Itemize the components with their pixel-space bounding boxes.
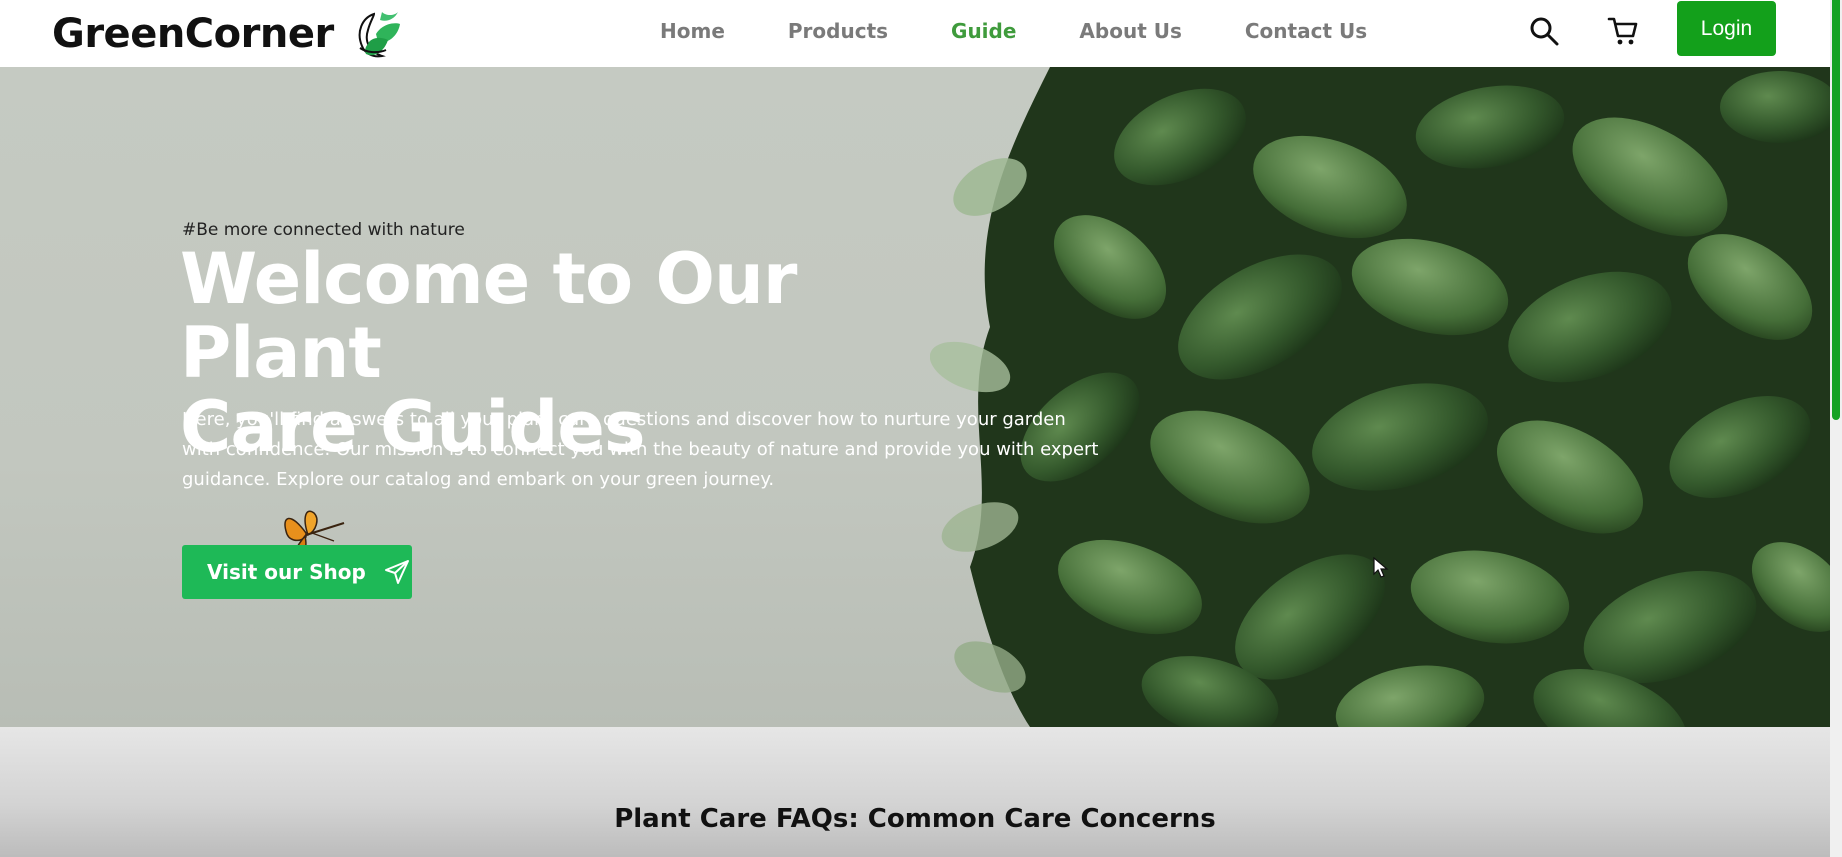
cart-icon [1607, 17, 1638, 45]
nav-home[interactable]: Home [660, 19, 725, 43]
send-icon [384, 560, 409, 584]
page-scrollbar[interactable] [1830, 0, 1842, 857]
visit-shop-label: Visit our Shop [207, 560, 366, 584]
faq-section: Plant Care FAQs: Common Care Concerns [0, 727, 1830, 857]
logo[interactable]: GreenCorner [52, 6, 402, 62]
visit-shop-button[interactable]: Visit our Shop [182, 545, 412, 599]
hero-section: #Be more connected with nature Welcome t… [0, 67, 1830, 727]
mouse-pointer-icon [1373, 557, 1389, 578]
basil-foliage-image [930, 67, 1830, 727]
faq-title: Plant Care FAQs: Common Care Concerns [614, 804, 1216, 834]
search-button[interactable] [1527, 14, 1561, 48]
hero-tagline: #Be more connected with nature [182, 220, 465, 240]
login-button[interactable]: Login [1677, 1, 1776, 56]
nav-contact-us[interactable]: Contact Us [1245, 19, 1367, 43]
leaves-icon [358, 12, 400, 58]
brand-name: GreenCorner [52, 11, 334, 57]
hero-title-line-1: Welcome to Our Plant [180, 238, 797, 394]
hero-description: Here, you'll find answers to all your pl… [182, 409, 1099, 490]
nav-about-us[interactable]: About Us [1079, 19, 1181, 43]
main-nav: Home Products Guide About Us Contact Us [660, 19, 1430, 43]
site-header: GreenCorner Home Products Guide About Us… [0, 0, 1830, 67]
scrollbar-thumb[interactable] [1832, 0, 1840, 420]
search-icon [1530, 17, 1559, 46]
nav-guide[interactable]: Guide [951, 19, 1016, 43]
cart-button[interactable] [1606, 14, 1640, 48]
nav-products[interactable]: Products [788, 19, 888, 43]
